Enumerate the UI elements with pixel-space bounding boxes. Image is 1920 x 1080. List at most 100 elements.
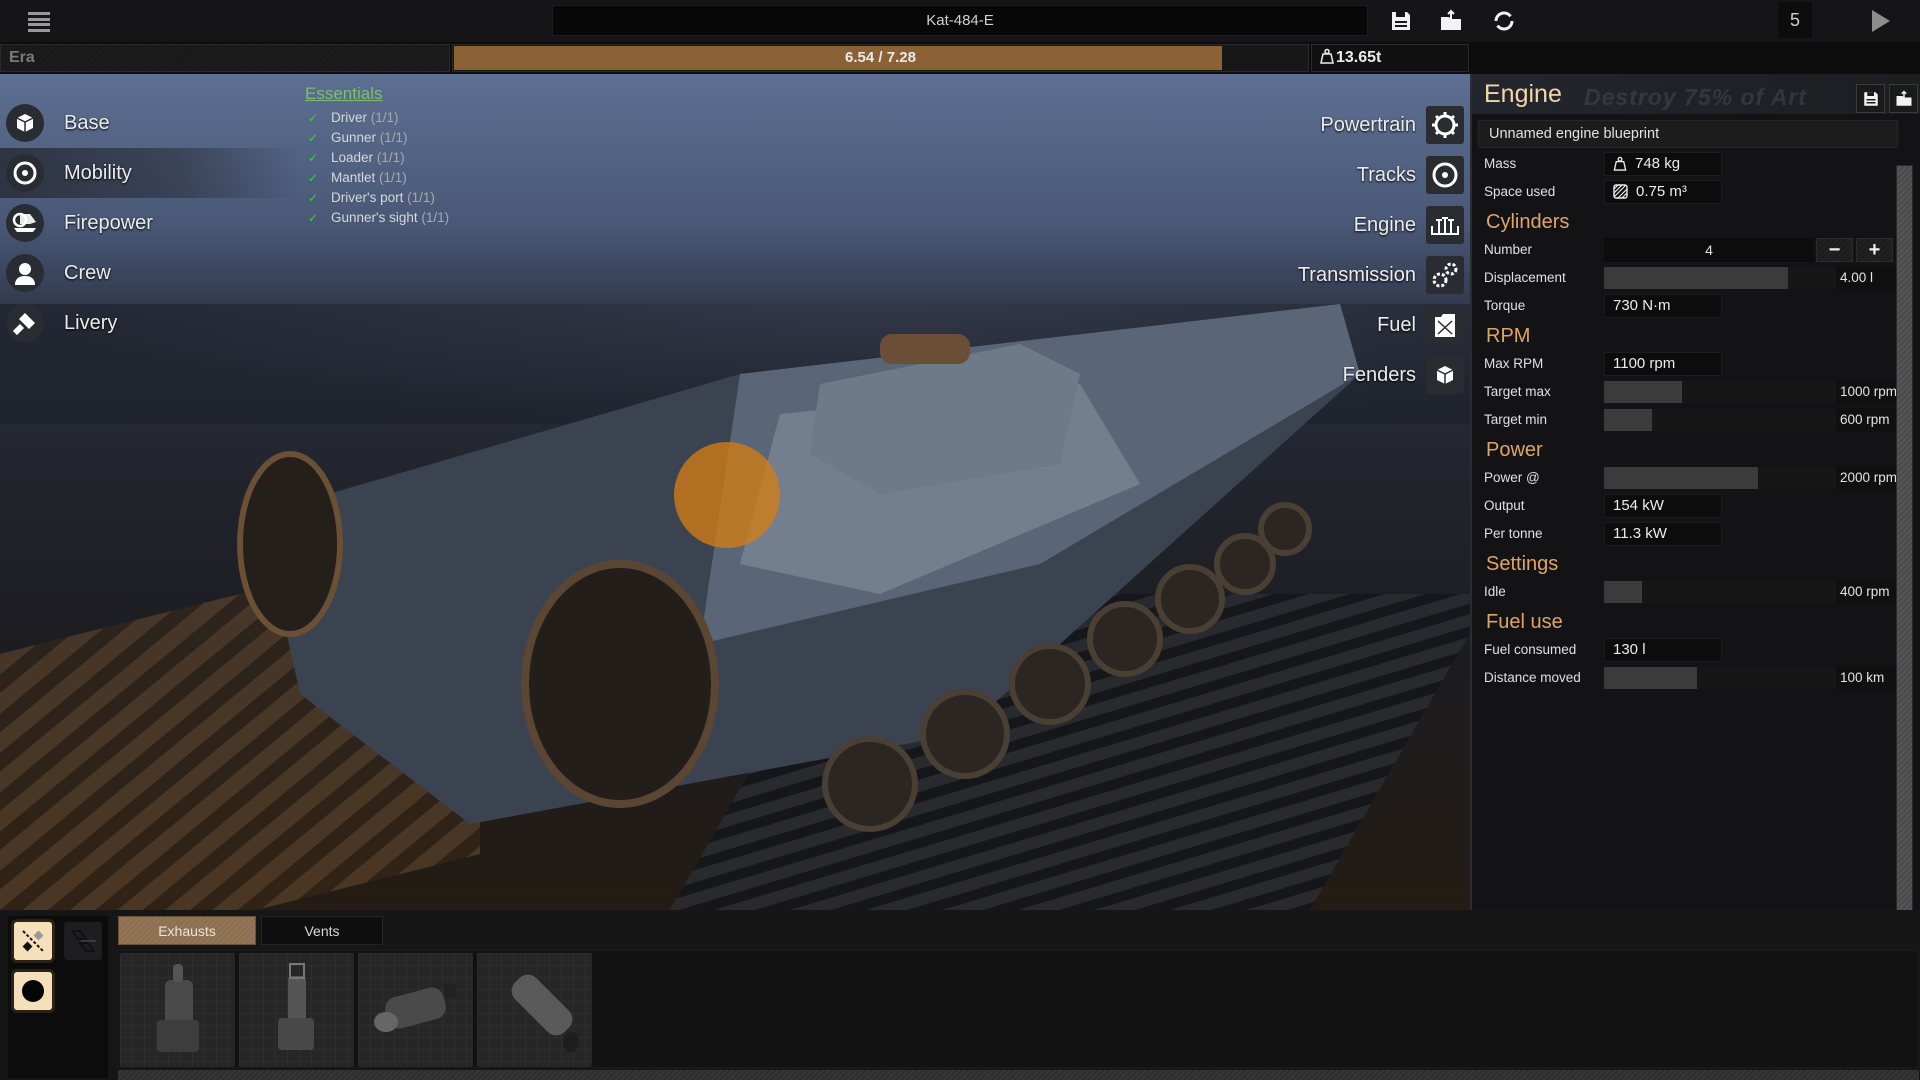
max-rpm-label: Max RPM	[1484, 356, 1544, 371]
mass-label: Mass	[1484, 156, 1517, 171]
target-max-slider[interactable]	[1604, 381, 1856, 403]
era-selector[interactable]: Era	[0, 44, 450, 72]
tank-model[interactable]	[180, 264, 1360, 884]
idle-value: 400 rpm	[1836, 580, 1898, 604]
nav-item-base[interactable]: Base	[0, 98, 300, 148]
essential-name: Driver's port	[331, 190, 404, 205]
essential-name: Mantlet	[331, 170, 376, 185]
panel-scrollbar[interactable]	[1896, 165, 1913, 912]
tool-palette	[8, 916, 108, 1078]
per-tonne-row: Per tonne 11.3 kW	[1478, 520, 1898, 548]
component-fuel[interactable]: Fuel	[1230, 300, 1470, 350]
section-power: Power	[1486, 439, 1543, 461]
load-blueprint-button[interactable]	[1889, 84, 1918, 113]
mirror-tool-icon[interactable]	[64, 922, 102, 960]
cylinder-number-field[interactable]: 4	[1604, 238, 1814, 262]
weight-icon	[1320, 48, 1334, 64]
nav-item-label: Livery	[64, 311, 118, 334]
idle-slider[interactable]	[1604, 581, 1856, 603]
nav-item-mobility[interactable]: Mobility	[0, 148, 300, 198]
distance-slider[interactable]	[1604, 667, 1856, 689]
increment-button[interactable]: +	[1856, 238, 1893, 262]
component-powertrain[interactable]: Powertrain	[1230, 100, 1470, 150]
turret-icon	[6, 204, 44, 242]
per-tonne-label: Per tonne	[1484, 526, 1543, 541]
checkmark-icon: ✓	[308, 151, 319, 165]
target-min-row: Target min 600 rpm	[1478, 406, 1898, 434]
tab-vents[interactable]: Vents	[261, 916, 383, 945]
engine-panel-body: Unnamed engine blueprint Mass 748 kg Spa…	[1478, 120, 1898, 692]
hamburger-menu-icon[interactable]	[28, 12, 50, 32]
circle-tool-icon[interactable]	[14, 972, 52, 1010]
component-transmission[interactable]: Transmission	[1230, 250, 1470, 300]
essential-item: ✓ Driver (1/1)	[305, 108, 449, 128]
target-min-slider[interactable]	[1604, 409, 1856, 431]
displacement-slider[interactable]	[1604, 267, 1856, 289]
component-tracks[interactable]: Tracks	[1230, 150, 1470, 200]
vehicle-name-field[interactable]: Kat-484-E	[552, 5, 1368, 36]
load-folder-icon[interactable]	[1439, 9, 1463, 33]
displacement-row: Displacement 4.00 l	[1478, 264, 1898, 292]
component-label: Fuel	[1377, 313, 1416, 336]
target-min-label: Target min	[1484, 412, 1548, 427]
reset-icon[interactable]	[1492, 9, 1516, 33]
save-icon[interactable]	[1389, 9, 1413, 33]
essential-item: ✓ Mantlet (1/1)	[305, 168, 449, 188]
parts-drawer: Exhausts Vents	[0, 910, 1920, 1080]
nav-item-crew[interactable]: Crew	[0, 248, 300, 298]
tab-exhausts[interactable]: Exhausts	[118, 916, 256, 945]
total-weight-display: 13.65t	[1311, 44, 1469, 72]
nav-item-livery[interactable]: Livery	[0, 298, 300, 348]
space-row: Space used 0.75 m³	[1478, 178, 1898, 206]
panel-title: Engine	[1484, 80, 1562, 108]
save-blueprint-button[interactable]	[1856, 84, 1885, 113]
selection-marker[interactable]	[674, 442, 780, 548]
symmetry-tool-icon[interactable]	[14, 922, 52, 960]
max-rpm-row: Max RPM 1100 rpm	[1478, 350, 1898, 378]
blueprint-name-field[interactable]: Unnamed engine blueprint	[1478, 120, 1898, 148]
torque-label: Torque	[1484, 298, 1526, 313]
fuel-consumed-row: Fuel consumed 130 l	[1478, 636, 1898, 664]
engine-panel-header: Destroy 75% of Art Engine	[1472, 74, 1920, 114]
essentials-title[interactable]: Essentials	[305, 84, 449, 104]
counter-display: 5	[1778, 2, 1812, 38]
essential-name: Driver	[331, 110, 367, 125]
top-bar: Kat-484-E 5	[0, 0, 1920, 42]
nav-item-firepower[interactable]: Firepower	[0, 198, 300, 248]
target-max-row: Target max 1000 rpm	[1478, 378, 1898, 406]
component-label: Powertrain	[1320, 113, 1416, 136]
space-label: Space used	[1484, 184, 1556, 199]
section-fuel-use: Fuel use	[1486, 611, 1563, 633]
checkmark-icon: ✓	[308, 191, 319, 205]
power-at-slider[interactable]	[1604, 467, 1856, 489]
component-fenders[interactable]: Fenders	[1230, 350, 1470, 400]
gallery-scrollbar[interactable]	[118, 1070, 1919, 1080]
section-rpm: RPM	[1486, 325, 1531, 347]
essential-count: (1/1)	[421, 210, 450, 225]
power-at-row: Power @ 2000 rpm	[1478, 464, 1898, 492]
weight-value: 13.65t	[1336, 49, 1382, 66]
component-label: Transmission	[1297, 263, 1416, 286]
per-tonne-value: 11.3 kW	[1604, 522, 1722, 546]
box-icon	[1426, 356, 1464, 394]
save-icon	[1863, 91, 1878, 106]
output-value: 154 kW	[1604, 494, 1722, 518]
exhaust-part-4[interactable]	[477, 953, 592, 1067]
budget-progress-label: 6.54 / 7.28	[845, 49, 916, 66]
engine-icon	[1426, 206, 1464, 244]
torque-value: 730 N·m	[1604, 294, 1722, 318]
exhaust-part-2[interactable]	[239, 953, 354, 1067]
play-icon[interactable]	[1872, 10, 1890, 32]
parts-gallery	[118, 950, 1919, 1068]
tank-hatch	[880, 334, 970, 364]
decrement-button[interactable]: −	[1816, 238, 1853, 262]
component-engine[interactable]: Engine	[1230, 200, 1470, 250]
exhaust-part-3[interactable]	[358, 953, 473, 1067]
jerrycan-icon	[1426, 306, 1464, 344]
essential-item: ✓ Loader (1/1)	[305, 148, 449, 168]
exhaust-part-1[interactable]	[120, 953, 235, 1067]
essential-count: (1/1)	[370, 110, 399, 125]
target-min-value: 600 rpm	[1836, 408, 1898, 432]
budget-progress-bar: 6.54 / 7.28	[452, 44, 1309, 72]
essential-name: Loader	[331, 150, 374, 165]
